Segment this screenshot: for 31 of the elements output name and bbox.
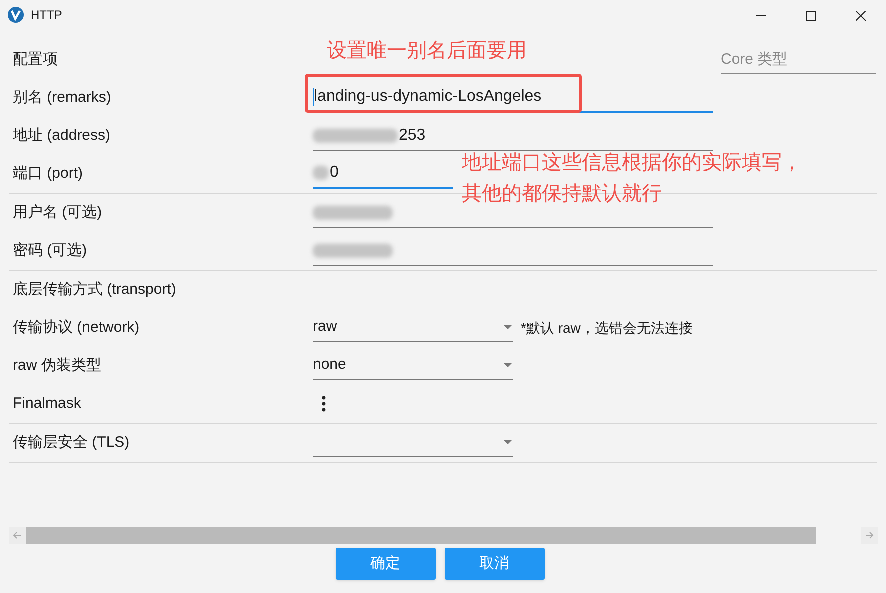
annotation-text: 地址端口这些信息根据你的实际填写， [462, 151, 802, 176]
field-label: 用户名 (可选) [13, 202, 104, 223]
section-heading: 配置项 [13, 50, 59, 70]
field-label: 传输层安全 (TLS) [13, 432, 131, 453]
section-heading: 底层传输方式 (transport) [13, 280, 178, 300]
more-options-icon[interactable] [322, 396, 326, 412]
maximize-icon[interactable] [806, 11, 816, 21]
caret-icon [503, 440, 513, 445]
caret-icon [503, 363, 513, 368]
dropdown[interactable]: raw [313, 314, 513, 342]
caret-icon [503, 325, 513, 330]
core-type-field[interactable]: Core 类型 [721, 46, 876, 73]
field-label: 传输协议 (network) [13, 318, 141, 338]
field-label: 密码 (可选) [13, 240, 88, 261]
text-field[interactable]: 0 [313, 159, 453, 189]
annotation-text: 其他的都保持默认就行 [462, 182, 662, 207]
hint-text: *默认 raw，选错会无法连接 [521, 318, 693, 338]
close-icon[interactable] [856, 11, 866, 21]
window-title: HTTP [31, 7, 62, 24]
scrollbar-thumb[interactable] [26, 527, 816, 544]
field-label: 地址 (address) [13, 126, 112, 146]
field-label: Finalmask [13, 394, 82, 414]
field-label: 别名 (remarks) [13, 88, 112, 108]
dropdown[interactable]: none [313, 352, 513, 380]
text-field[interactable]: 253 [313, 121, 713, 151]
field-label: 端口 (port) [13, 164, 84, 184]
field-label: raw 伪装类型 [13, 356, 102, 376]
annotation-text: 设置唯一别名后面要用 [327, 39, 527, 64]
text-field[interactable]: landing-us-dynamic-LosAngeles [313, 83, 713, 113]
blurred-text [313, 166, 329, 180]
app-logo-icon [8, 7, 24, 23]
